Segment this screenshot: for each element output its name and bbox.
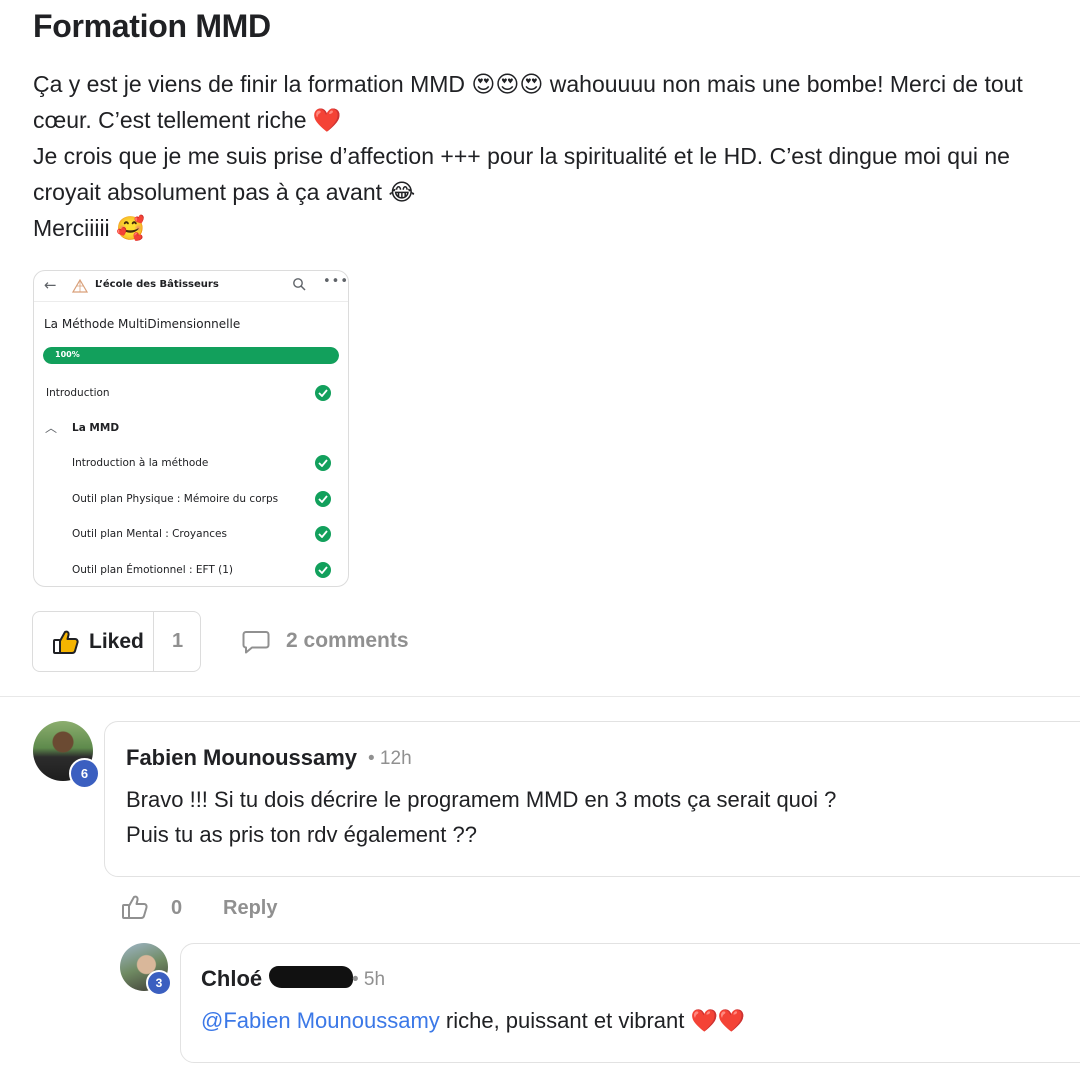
image-lesson-label: Introduction à la méthode bbox=[72, 457, 209, 469]
post-title: Formation MMD bbox=[33, 8, 271, 44]
post-paragraph: Merciiiii 🥰 bbox=[33, 215, 145, 241]
check-icon bbox=[315, 491, 331, 507]
image-lesson-label: Outil plan Physique : Mémoire du corps bbox=[72, 493, 279, 505]
image-progress-fill bbox=[43, 347, 339, 364]
comment-author[interactable]: Chloé bbox=[201, 966, 262, 992]
school-logo-icon bbox=[72, 279, 88, 293]
image-lesson-row: Introduction à la méthode bbox=[34, 452, 348, 476]
image-progress-bar: 100% bbox=[43, 347, 339, 364]
thumbs-up-icon[interactable] bbox=[122, 895, 148, 919]
image-app-name: L’école des Bâtisseurs bbox=[95, 279, 219, 290]
chevron-up-icon: ︿ bbox=[45, 421, 58, 435]
image-lesson-row: Outil plan Émotionnel : EFT (1) bbox=[34, 559, 348, 583]
comment-line: Bravo !!! Si tu dois décrire le programe… bbox=[126, 787, 837, 812]
level-badge: 3 bbox=[146, 970, 172, 996]
comment-body: riche, puissant et vibrant ❤️❤️ bbox=[439, 1008, 746, 1033]
comment-like-count: 0 bbox=[171, 897, 183, 919]
attached-image[interactable]: ← L’école des Bâtisseurs ••• La Méthode … bbox=[33, 270, 349, 587]
check-icon bbox=[315, 526, 331, 542]
image-course-title: La Méthode MultiDimensionnelle bbox=[44, 317, 241, 331]
post-paragraph: Je crois que je me suis prise d’affectio… bbox=[33, 143, 1010, 205]
like-label: Liked bbox=[89, 630, 144, 653]
comment-author[interactable]: Fabien Mounoussamy bbox=[126, 745, 357, 771]
divider bbox=[153, 612, 154, 671]
like-count[interactable]: 1 bbox=[172, 630, 183, 653]
comment-time: • 12h bbox=[368, 748, 412, 769]
more-icon: ••• bbox=[323, 274, 349, 289]
image-lesson-row: Outil plan Physique : Mémoire du corps bbox=[34, 488, 348, 512]
divider bbox=[0, 696, 1080, 697]
image-lesson-label: Outil plan Émotionnel : EFT (1) bbox=[72, 564, 233, 576]
redaction-mark bbox=[269, 966, 353, 988]
check-icon bbox=[315, 455, 331, 471]
like-button[interactable]: Liked 1 bbox=[32, 611, 201, 672]
mention-link[interactable]: @Fabien Mounoussamy bbox=[201, 1008, 440, 1033]
image-section-label: La MMD bbox=[72, 422, 120, 434]
comment-line: Puis tu as pris ton rdv également ?? bbox=[126, 822, 477, 847]
image-lesson-row: Introduction bbox=[34, 382, 348, 406]
check-icon bbox=[315, 562, 331, 578]
image-lesson-label: Introduction bbox=[46, 387, 110, 399]
comment-text: @Fabien Mounoussamy riche, puissant et v… bbox=[201, 1003, 1080, 1038]
check-icon bbox=[315, 385, 331, 401]
back-arrow-icon: ← bbox=[44, 276, 57, 294]
image-lesson-label: Outil plan Mental : Croyances bbox=[72, 528, 227, 540]
post-paragraph: Ça y est je viens de finir la formation … bbox=[33, 71, 1023, 133]
comments-count-link[interactable]: 2 comments bbox=[286, 629, 409, 653]
search-icon bbox=[293, 278, 306, 291]
level-badge: 6 bbox=[69, 758, 100, 789]
image-progress-label: 100% bbox=[55, 350, 80, 359]
thumbs-up-icon bbox=[53, 630, 79, 654]
image-app-header: ← L’école des Bâtisseurs ••• bbox=[34, 271, 348, 302]
comment-text: Bravo !!! Si tu dois décrire le programe… bbox=[126, 782, 1066, 852]
image-lesson-row: Outil plan Mental : Croyances bbox=[34, 523, 348, 547]
comment-time: • 5h bbox=[352, 969, 386, 990]
image-section-row: ︿ La MMD bbox=[34, 417, 348, 441]
post-body: Ça y est je viens de finir la formation … bbox=[33, 66, 1073, 246]
reply-button[interactable]: Reply bbox=[223, 897, 277, 920]
comment-icon[interactable] bbox=[242, 630, 270, 654]
